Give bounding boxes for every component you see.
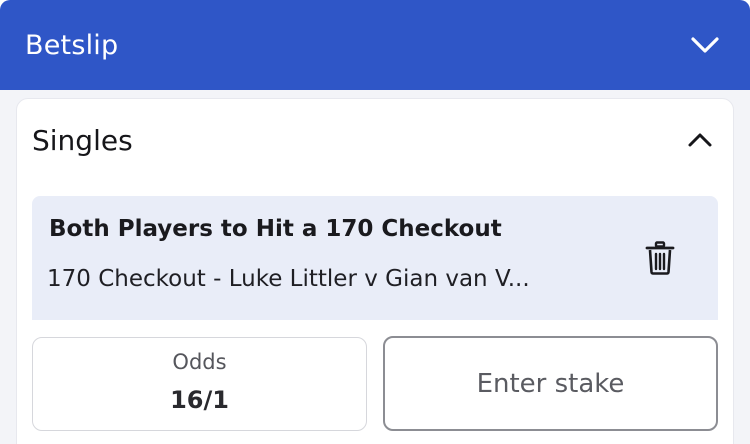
betslip-header[interactable]: Betslip [0, 0, 750, 90]
odds-label: Odds [172, 350, 227, 374]
selection-name: Both Players to Hit a 170 Checkout [49, 216, 502, 242]
chevron-up-icon[interactable] [684, 124, 716, 156]
chevron-down-icon[interactable] [688, 28, 722, 62]
section-title: Singles [32, 123, 133, 157]
trash-icon[interactable] [640, 238, 680, 278]
selection-market: 170 Checkout - Luke Littler v Gian van V… [47, 266, 530, 292]
odds-box: Odds 16/1 [32, 337, 367, 431]
stake-input[interactable] [383, 336, 718, 431]
betslip-title: Betslip [25, 29, 119, 61]
odds-value: 16/1 [170, 386, 229, 414]
singles-section-header[interactable]: Singles [16, 110, 734, 170]
bet-selection: Both Players to Hit a 170 Checkout 170 C… [32, 196, 718, 320]
